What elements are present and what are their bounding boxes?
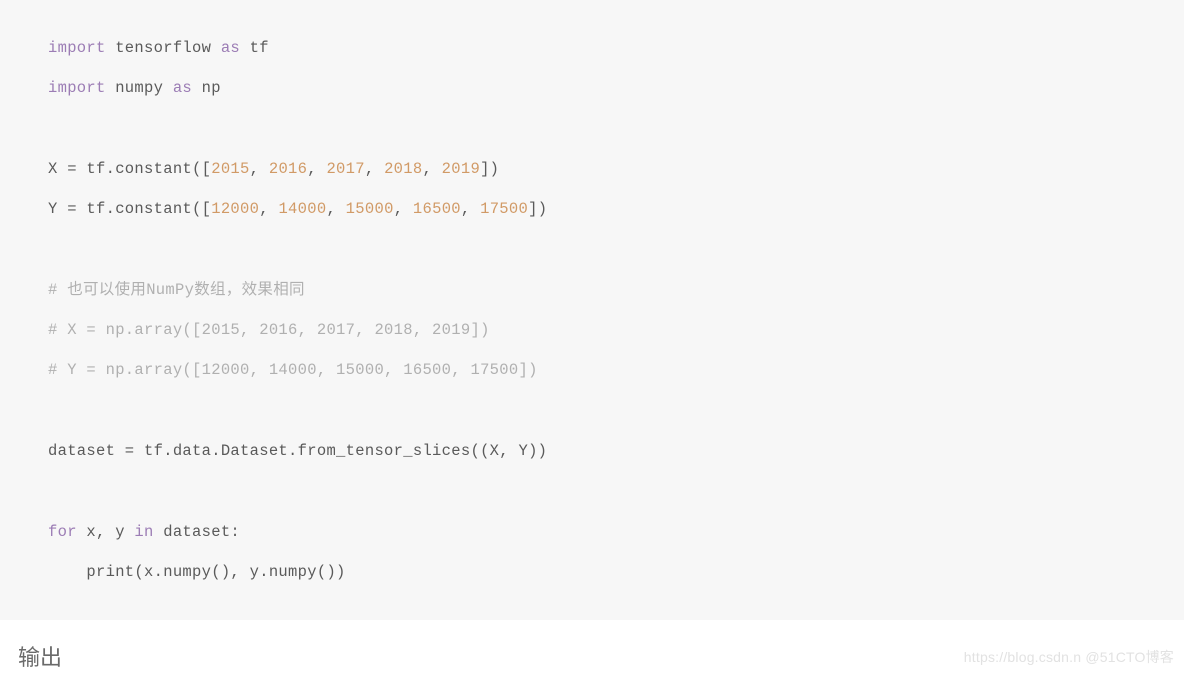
code-line: print(x.numpy(), y.numpy()): [48, 563, 346, 581]
code-token: 15000: [346, 200, 394, 218]
code-line: Y = tf.constant([12000, 14000, 15000, 16…: [48, 200, 547, 218]
code-token: X = tf.constant([: [48, 160, 211, 178]
code-token: 2017: [326, 160, 364, 178]
code-token: np: [192, 79, 221, 97]
code-token: as: [173, 79, 192, 97]
watermark-text: https://blog.csdn.n @51CTO博客: [964, 647, 1174, 667]
code-token: dataset = tf.data.Dataset.from_tensor_sl…: [48, 442, 547, 460]
code-token: import: [48, 79, 106, 97]
code-token: ,: [259, 200, 278, 218]
code-token: # 也可以使用NumPy数组，效果相同: [48, 281, 305, 299]
code-token: 2015: [211, 160, 249, 178]
code-line: # Y = np.array([12000, 14000, 15000, 165…: [48, 361, 538, 379]
code-token: ,: [461, 200, 480, 218]
code-line: for x, y in dataset:: [48, 523, 240, 541]
code-token: ]): [528, 200, 547, 218]
code-token: dataset:: [154, 523, 240, 541]
code-token: x, y: [77, 523, 135, 541]
code-token: ,: [326, 200, 345, 218]
code-line: import numpy as np: [48, 79, 221, 97]
code-token: 2016: [269, 160, 307, 178]
code-token: 14000: [278, 200, 326, 218]
code-block: import tensorflow as tf import numpy as …: [0, 0, 1184, 620]
code-line: X = tf.constant([2015, 2016, 2017, 2018,…: [48, 160, 499, 178]
code-line: # X = np.array([2015, 2016, 2017, 2018, …: [48, 321, 490, 339]
code-token: ,: [422, 160, 441, 178]
code-token: ,: [365, 160, 384, 178]
code-token: print(x.numpy(), y.numpy()): [48, 563, 346, 581]
code-token: 17500: [480, 200, 528, 218]
code-token: import: [48, 39, 106, 57]
code-token: ]): [480, 160, 499, 178]
code-token: # Y = np.array([12000, 14000, 15000, 165…: [48, 361, 538, 379]
code-token: 2019: [442, 160, 480, 178]
code-token: ,: [394, 200, 413, 218]
code-token: tensorflow: [106, 39, 221, 57]
code-line: # 也可以使用NumPy数组，效果相同: [48, 281, 305, 299]
code-token: as: [221, 39, 240, 57]
code-token: in: [134, 523, 153, 541]
code-line: dataset = tf.data.Dataset.from_tensor_sl…: [48, 442, 547, 460]
code-token: ,: [307, 160, 326, 178]
code-token: # X = np.array([2015, 2016, 2017, 2018, …: [48, 321, 490, 339]
code-token: numpy: [106, 79, 173, 97]
code-token: 12000: [211, 200, 259, 218]
code-token: for: [48, 523, 77, 541]
code-token: ,: [250, 160, 269, 178]
code-token: 2018: [384, 160, 422, 178]
code-token: Y = tf.constant([: [48, 200, 211, 218]
code-line: import tensorflow as tf: [48, 39, 269, 57]
code-token: 16500: [413, 200, 461, 218]
code-token: tf: [240, 39, 269, 57]
